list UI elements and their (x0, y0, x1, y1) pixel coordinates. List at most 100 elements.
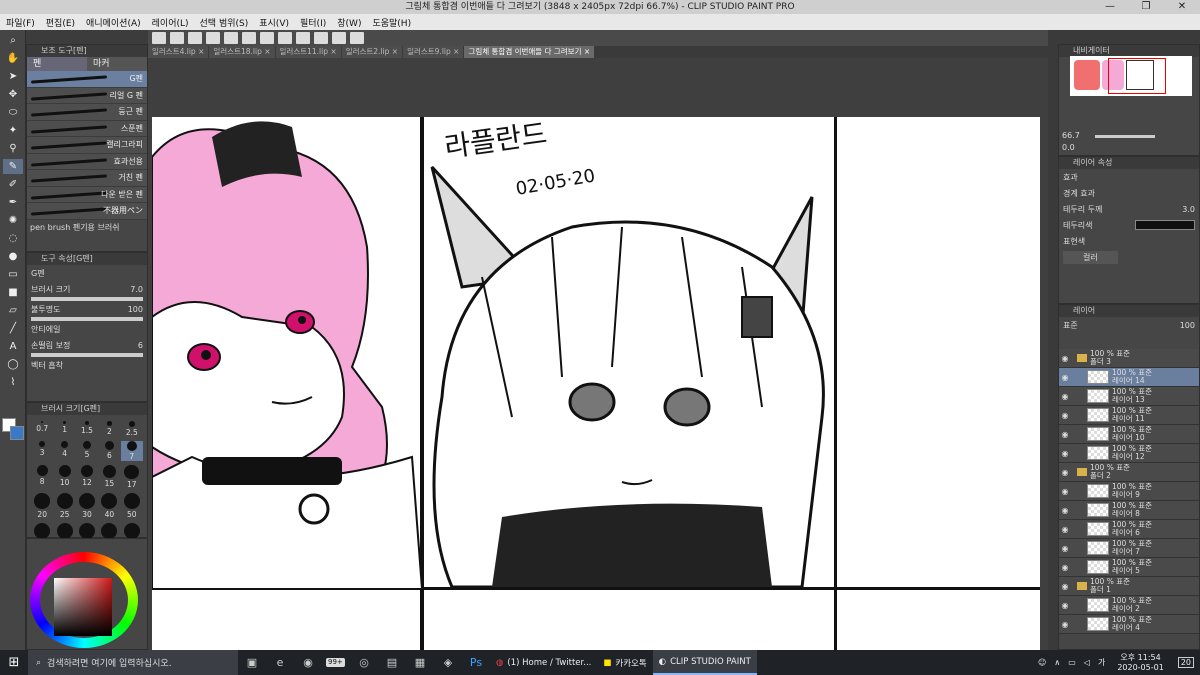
gradient-tool-icon[interactable]: ■ (3, 285, 23, 300)
close-tab-icon[interactable]: × (453, 47, 459, 56)
move-tool-icon[interactable]: ✥ (3, 87, 23, 102)
brush-size-option[interactable]: 50 (121, 493, 143, 519)
layer-item[interactable]: ◉ 100 % 표준 레이어 2 (1059, 596, 1199, 615)
brush-size-value[interactable]: 7.0 (130, 285, 143, 294)
visibility-eye-icon[interactable]: ◉ (1059, 373, 1071, 382)
clip-studio-icon[interactable] (152, 32, 166, 44)
stabilization-row[interactable]: 손떨림 보정 6 (27, 337, 147, 353)
select-all-icon[interactable] (296, 32, 310, 44)
brush-size-option[interactable]: 25 (53, 493, 75, 519)
photoshop-icon[interactable]: Ps (462, 650, 490, 675)
layer-blend-row[interactable]: 표준 100 (1059, 317, 1199, 333)
menu-edit[interactable]: 편집(E) (46, 16, 75, 29)
vector-snap-row[interactable]: 벡터 흡착 (27, 357, 147, 373)
brush-item[interactable]: 거친 펜 (27, 170, 147, 187)
expression-color-select[interactable]: 컬러 (1063, 250, 1118, 264)
fill-tool-icon[interactable]: ● (3, 249, 23, 264)
close-button[interactable]: ✕ (1164, 0, 1200, 14)
layer-folder[interactable]: ◉ 100 % 표준 폴더 1 (1059, 577, 1199, 596)
visibility-eye-icon[interactable]: ◉ (1059, 601, 1071, 610)
task-view-icon[interactable]: ▣ (238, 650, 266, 675)
visibility-eye-icon[interactable]: ◉ (1059, 506, 1071, 515)
menu-window[interactable]: 창(W) (337, 16, 361, 29)
mail-icon[interactable]: 99+ (322, 650, 350, 675)
close-tab-icon[interactable]: × (264, 47, 270, 56)
layer-item[interactable]: ◉ 100 % 표준 레이어 9 (1059, 482, 1199, 501)
brush-item[interactable]: 효과선용 (27, 153, 147, 170)
brush-item[interactable]: 캘리그라피 (27, 137, 147, 154)
brush-item[interactable]: 다운 받은 펜 (27, 186, 147, 203)
menu-help[interactable]: 도움말(H) (372, 16, 411, 29)
network-icon[interactable]: ▭ (1068, 658, 1076, 667)
store-icon[interactable]: ▦ (406, 650, 434, 675)
maximize-button[interactable]: ❐ (1128, 0, 1164, 14)
visibility-eye-icon[interactable]: ◉ (1059, 544, 1071, 553)
brush-size-option[interactable]: 10 (53, 464, 75, 490)
taskbar-kakaotalk[interactable]: ■ 카카오톡 (597, 650, 652, 675)
brush-size-option[interactable]: 1 (53, 421, 75, 437)
clock[interactable]: 오후 11:54 2020-05-01 (1117, 653, 1164, 673)
layer-folder[interactable]: ◉ 100 % 표준 폴더 3 (1059, 349, 1199, 368)
layer-item[interactable]: ◉ 100 % 표준 레이어 6 (1059, 520, 1199, 539)
menu-view[interactable]: 표시(V) (259, 16, 289, 29)
layer-opacity-value[interactable]: 100 (1180, 321, 1195, 330)
border-width-row[interactable]: 테두리 두께 3.0 (1059, 201, 1199, 217)
save-icon[interactable] (206, 32, 220, 44)
expression-color-select-row[interactable]: 컬러 (1059, 249, 1199, 265)
layer-item[interactable]: ◉ 100 % 표준 레이어 7 (1059, 539, 1199, 558)
help-icon[interactable] (350, 32, 364, 44)
text-tool-icon[interactable]: A (3, 339, 23, 354)
blend-tool-icon[interactable]: ◌ (3, 231, 23, 246)
layer-folder[interactable]: ◉ 100 % 표준 폴더 2 (1059, 463, 1199, 482)
menu-selection[interactable]: 선택 범위(S) (200, 16, 249, 29)
border-color-row[interactable]: 테두리색 (1059, 217, 1199, 233)
menu-file[interactable]: 파일(F) (6, 16, 35, 29)
ime-icon[interactable]: 가 (1098, 657, 1105, 668)
close-tab-icon[interactable]: × (330, 47, 336, 56)
new-file-icon[interactable] (170, 32, 184, 44)
brush-size-option[interactable]: 0.7 (31, 421, 53, 437)
selection-tool-icon[interactable]: ⬭ (3, 105, 23, 120)
brush-size-option[interactable]: 7 (120, 440, 143, 461)
auto-select-tool-icon[interactable]: ✦ (3, 123, 23, 138)
visibility-eye-icon[interactable]: ◉ (1059, 582, 1071, 591)
brush-size-option[interactable]: 17 (121, 464, 143, 489)
pen-tool-icon[interactable]: ✎ (3, 159, 23, 174)
visibility-eye-icon[interactable]: ◉ (1059, 620, 1071, 629)
color-swatches[interactable] (2, 418, 24, 448)
brush-size-option[interactable]: 1.5 (76, 421, 98, 437)
visibility-eye-icon[interactable]: ◉ (1059, 411, 1071, 420)
visibility-eye-icon[interactable]: ◉ (1059, 449, 1071, 458)
navigator-zoom[interactable]: 66.7 (1062, 131, 1080, 140)
redo-icon[interactable] (242, 32, 256, 44)
deselect-icon[interactable] (314, 32, 328, 44)
visibility-eye-icon[interactable]: ◉ (1059, 525, 1071, 534)
navigator-thumbnail[interactable] (1070, 56, 1192, 96)
balloon-tool-icon[interactable]: ◯ (3, 357, 23, 372)
layer-item[interactable]: ◉ 100 % 표준 레이어 11 (1059, 406, 1199, 425)
menu-animation[interactable]: 애니메이션(A) (86, 16, 141, 29)
brush-item[interactable]: 不器用ペン (27, 203, 147, 220)
navigator-zoom-slider[interactable] (1095, 135, 1155, 138)
sub-color-swatch[interactable] (10, 426, 24, 440)
blend-mode-select[interactable]: 표준 (1063, 320, 1078, 331)
brush-item[interactable]: 둥근 펜 (27, 104, 147, 121)
taskbar-search[interactable]: ⌕ 검색하려면 여기에 입력하십시오. (28, 650, 238, 675)
tray-chevron-icon[interactable]: ∧ (1054, 658, 1060, 667)
undo-icon[interactable] (224, 32, 238, 44)
document-tab[interactable]: 일러스트18.lip × (209, 46, 275, 58)
open-file-icon[interactable] (188, 32, 202, 44)
brush-size-option[interactable]: 8 (31, 464, 53, 490)
edge-browser-icon[interactable]: e (266, 650, 294, 675)
opacity-value[interactable]: 100 (128, 305, 143, 314)
saturation-value-square[interactable] (54, 578, 112, 636)
taskbar-clip-studio[interactable]: ◐ CLIP STUDIO PAINT (652, 650, 757, 675)
navigator-viewport-frame[interactable] (1108, 58, 1166, 94)
brush-size-option[interactable]: 20 (31, 493, 53, 519)
ruler-tool-icon[interactable]: ╱ (3, 321, 23, 336)
visibility-eye-icon[interactable]: ◉ (1059, 468, 1071, 477)
brush-size-option[interactable]: 30 (76, 493, 98, 519)
app-icon[interactable]: ◉ (294, 650, 322, 675)
notification-icon[interactable]: 20 (1177, 657, 1194, 668)
file-explorer-icon[interactable]: ▤ (378, 650, 406, 675)
